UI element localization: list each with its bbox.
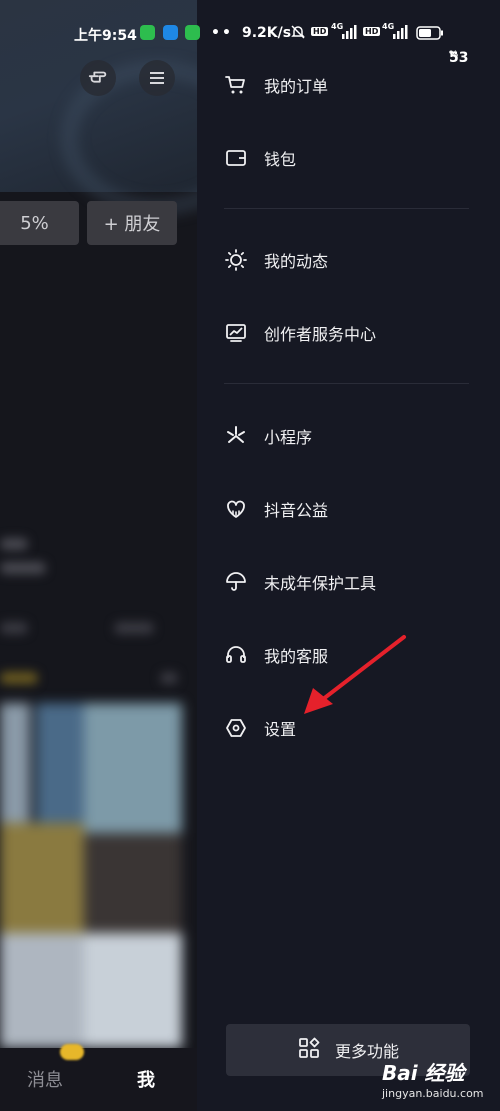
watermark-logo-text: Bai 经验: [382, 1061, 465, 1085]
annotation-arrow: [304, 635, 406, 714]
baidu-jingyan-watermark: Bai 经验 jingyan.baidu.com: [380, 1055, 500, 1111]
watermark-url: jingyan.baidu.com: [382, 1087, 484, 1100]
